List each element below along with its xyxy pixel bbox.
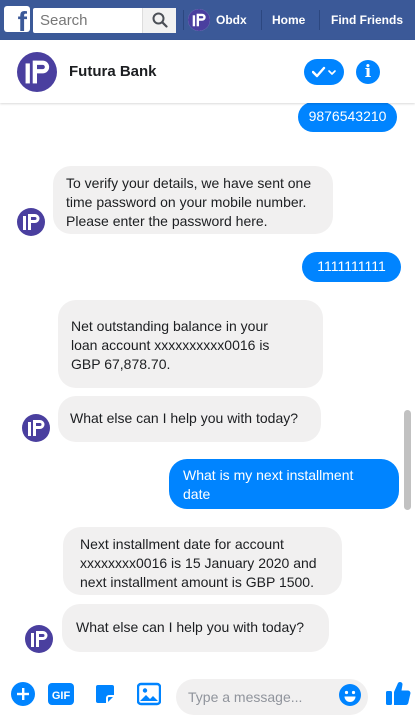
- futura-logo-icon: [22, 414, 50, 442]
- message-bot: To verify your details, we have sent one…: [53, 166, 333, 234]
- check-chevron-icon: [312, 66, 336, 78]
- message-text: 1111111111: [317, 258, 386, 274]
- message-text: Please enter the password here.: [66, 213, 268, 229]
- emoji-icon: [339, 684, 361, 706]
- futura-logo-icon: [17, 52, 57, 92]
- thumbs-up-icon: [386, 682, 411, 706]
- message-text: What else can I help you with today?: [76, 619, 305, 635]
- search-input[interactable]: [33, 8, 143, 33]
- message-text: To verify your details, we have sent one: [66, 175, 312, 191]
- message-user: What is my next installment date: [169, 459, 399, 509]
- facebook-top-bar: f Obdx Home Find Friends: [0, 0, 415, 40]
- facebook-logo-glyph: f: [17, 6, 27, 32]
- image-button[interactable]: [136, 682, 162, 711]
- messenger-page: f Obdx Home Find Friends: [0, 0, 415, 719]
- nav-divider: [261, 10, 262, 30]
- bot-avatar: [25, 625, 53, 653]
- search-icon: [152, 12, 168, 28]
- message-text: GBP 67,878.70.: [71, 356, 171, 372]
- chat-title: Futura Bank: [69, 63, 157, 80]
- message-text: date: [183, 486, 211, 502]
- bank-logo[interactable]: [17, 52, 57, 97]
- nav-divider: [319, 10, 320, 30]
- plus-icon: [11, 682, 35, 706]
- info-icon[interactable]: i: [356, 60, 380, 84]
- chat-action-button[interactable]: [304, 59, 344, 85]
- chat-header: Futura Bank i: [0, 40, 415, 103]
- gif-icon: GIF: [48, 683, 74, 705]
- message-bot: What else can I help you with today?: [62, 604, 329, 652]
- image-icon: [136, 682, 162, 706]
- search-box: [33, 8, 176, 33]
- message-text: What is my next installment: [183, 467, 354, 483]
- message-bot: Next installment date for account xxxxxx…: [63, 527, 342, 595]
- message-composer: GIF: [0, 674, 415, 719]
- futura-logo-icon: [17, 208, 45, 236]
- message-text: What else can I help you with today?: [70, 410, 299, 426]
- like-button[interactable]: [385, 679, 411, 712]
- message-text: next installment amount is GBP 1500.: [80, 574, 314, 590]
- facebook-logo[interactable]: f: [4, 6, 30, 32]
- user-avatar[interactable]: [188, 9, 210, 31]
- message-bot: What else can I help you with today?: [58, 396, 321, 442]
- message-text: Next installment date for account: [80, 536, 284, 552]
- gif-label: GIF: [52, 690, 71, 702]
- chat-scrollbar[interactable]: [404, 410, 411, 510]
- plus-button[interactable]: [11, 682, 35, 711]
- bot-avatar: [17, 208, 45, 236]
- nav-divider: [183, 10, 184, 30]
- emoji-button[interactable]: [339, 684, 361, 711]
- nav-find-friends-link[interactable]: Find Friends: [331, 13, 403, 27]
- message-text: loan account xxxxxxxxxx0016 is: [71, 337, 270, 353]
- nav-profile-link[interactable]: Obdx: [216, 13, 247, 27]
- bot-avatar: [22, 414, 50, 442]
- futura-logo-icon: [188, 9, 210, 31]
- gif-button[interactable]: GIF: [48, 682, 74, 711]
- message-text: 9876543210: [308, 108, 387, 124]
- message-text: xxxxxxxx0016 is 15 January 2020 and: [80, 555, 317, 571]
- message-text: Net outstanding balance in your: [71, 318, 268, 334]
- nav-home-link[interactable]: Home: [272, 13, 305, 27]
- message-user: 9876543210: [298, 102, 397, 132]
- sticker-button[interactable]: [93, 682, 117, 711]
- search-button[interactable]: [142, 8, 176, 33]
- message-text: time password on your mobile number.: [66, 194, 307, 210]
- futura-logo-icon: [25, 625, 53, 653]
- message-user: 1111111111: [302, 252, 401, 282]
- message-input[interactable]: [176, 679, 326, 715]
- message-bot: Net outstanding balance in your loan acc…: [58, 300, 323, 388]
- sticker-icon: [96, 685, 114, 703]
